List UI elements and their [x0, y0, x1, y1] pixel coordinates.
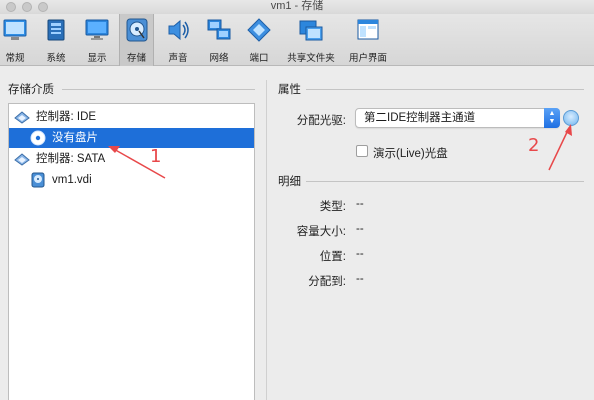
- network-icon: [207, 19, 231, 40]
- toolbar-general[interactable]: 常规: [0, 14, 30, 66]
- chevron-up-down-icon: ▲ ▼: [544, 108, 560, 128]
- settings-toolbar: 常规 系统 显示 存储 声音 网络 端口 共享文件夹 用户界面: [0, 14, 594, 66]
- toolbar-ports[interactable]: 端口: [243, 14, 275, 66]
- storage-section-title: 存储介质: [8, 84, 54, 96]
- general-icon: [3, 19, 27, 40]
- toolbar-system[interactable]: 系统: [40, 14, 72, 66]
- attributes-section-title: 属性: [278, 84, 301, 96]
- tree-item-label: vm1.vdi: [52, 174, 92, 186]
- annotation-marker-2: 2: [528, 135, 540, 156]
- detail-type-value: --: [356, 198, 364, 210]
- tree-item-ide-controller[interactable]: 控制器: IDE: [9, 107, 254, 127]
- tree-item-empty-optical[interactable]: 没有盘片: [9, 128, 254, 148]
- detail-attached-value: --: [356, 273, 364, 285]
- toolbar-shared-folders[interactable]: 共享文件夹: [286, 14, 336, 66]
- title-bar: vm1 - 存储: [0, 0, 594, 14]
- tree-item-label: 没有盘片: [52, 132, 98, 144]
- user-interface-icon: [357, 19, 379, 40]
- details-section-title: 明细: [278, 176, 301, 188]
- detail-location-label: 位置:: [319, 251, 346, 263]
- optical-drive-select[interactable]: 第二IDE控制器主通道 ▲ ▼: [355, 108, 560, 128]
- toolbar-user-interface[interactable]: 用户界面: [347, 14, 389, 66]
- detail-size-label: 容量大小:: [296, 226, 346, 238]
- tree-item-label: 控制器: IDE: [36, 111, 97, 123]
- details-section-divider: [306, 181, 584, 182]
- audio-icon: [168, 19, 189, 41]
- attributes-section-divider: [306, 89, 584, 90]
- detail-type-label: 类型:: [319, 201, 346, 213]
- window-title: vm1 - 存储: [270, 0, 324, 12]
- annotation-arrow-2: [548, 127, 570, 171]
- tree-item-label: 控制器: SATA: [36, 153, 106, 165]
- storage-section-divider: [62, 89, 255, 90]
- detail-attached-label: 分配到:: [308, 276, 346, 288]
- live-cd-label: 演示(Live)光盘: [373, 148, 448, 160]
- controller-icon: [14, 153, 30, 166]
- toolbar-audio[interactable]: 声音: [162, 14, 194, 66]
- annotation-marker-1: 1: [150, 146, 162, 167]
- live-cd-checkbox[interactable]: [356, 145, 368, 157]
- toolbar-storage[interactable]: 存储: [119, 14, 154, 66]
- minimize-window-button[interactable]: [22, 2, 32, 12]
- toolbar-network[interactable]: 网络: [202, 14, 236, 66]
- optical-drive-value: 第二IDE控制器主通道: [364, 112, 476, 124]
- zoom-window-button[interactable]: [38, 2, 48, 12]
- system-icon: [47, 19, 65, 41]
- display-icon: [85, 19, 109, 40]
- tree-item-sata-controller[interactable]: 控制器: SATA: [9, 149, 254, 169]
- hard-disk-icon: [31, 172, 45, 188]
- shared-folder-icon: [299, 20, 323, 41]
- panel-divider: [266, 80, 267, 400]
- ports-icon: [247, 18, 271, 42]
- detail-location-value: --: [356, 248, 364, 260]
- optical-drive-label: 分配光驱:: [296, 115, 346, 127]
- detail-size-value: --: [356, 223, 364, 235]
- controller-icon: [14, 111, 30, 124]
- storage-tree[interactable]: 控制器: IDE 没有盘片 控制器: SATA vm1.vdi: [8, 103, 255, 400]
- optical-disc-icon: [30, 130, 46, 146]
- toolbar-display[interactable]: 显示: [80, 14, 114, 66]
- storage-icon: [126, 18, 147, 42]
- close-window-button[interactable]: [6, 2, 16, 12]
- tree-item-vm1-vdi[interactable]: vm1.vdi: [9, 170, 254, 190]
- choose-disk-button[interactable]: [563, 110, 579, 126]
